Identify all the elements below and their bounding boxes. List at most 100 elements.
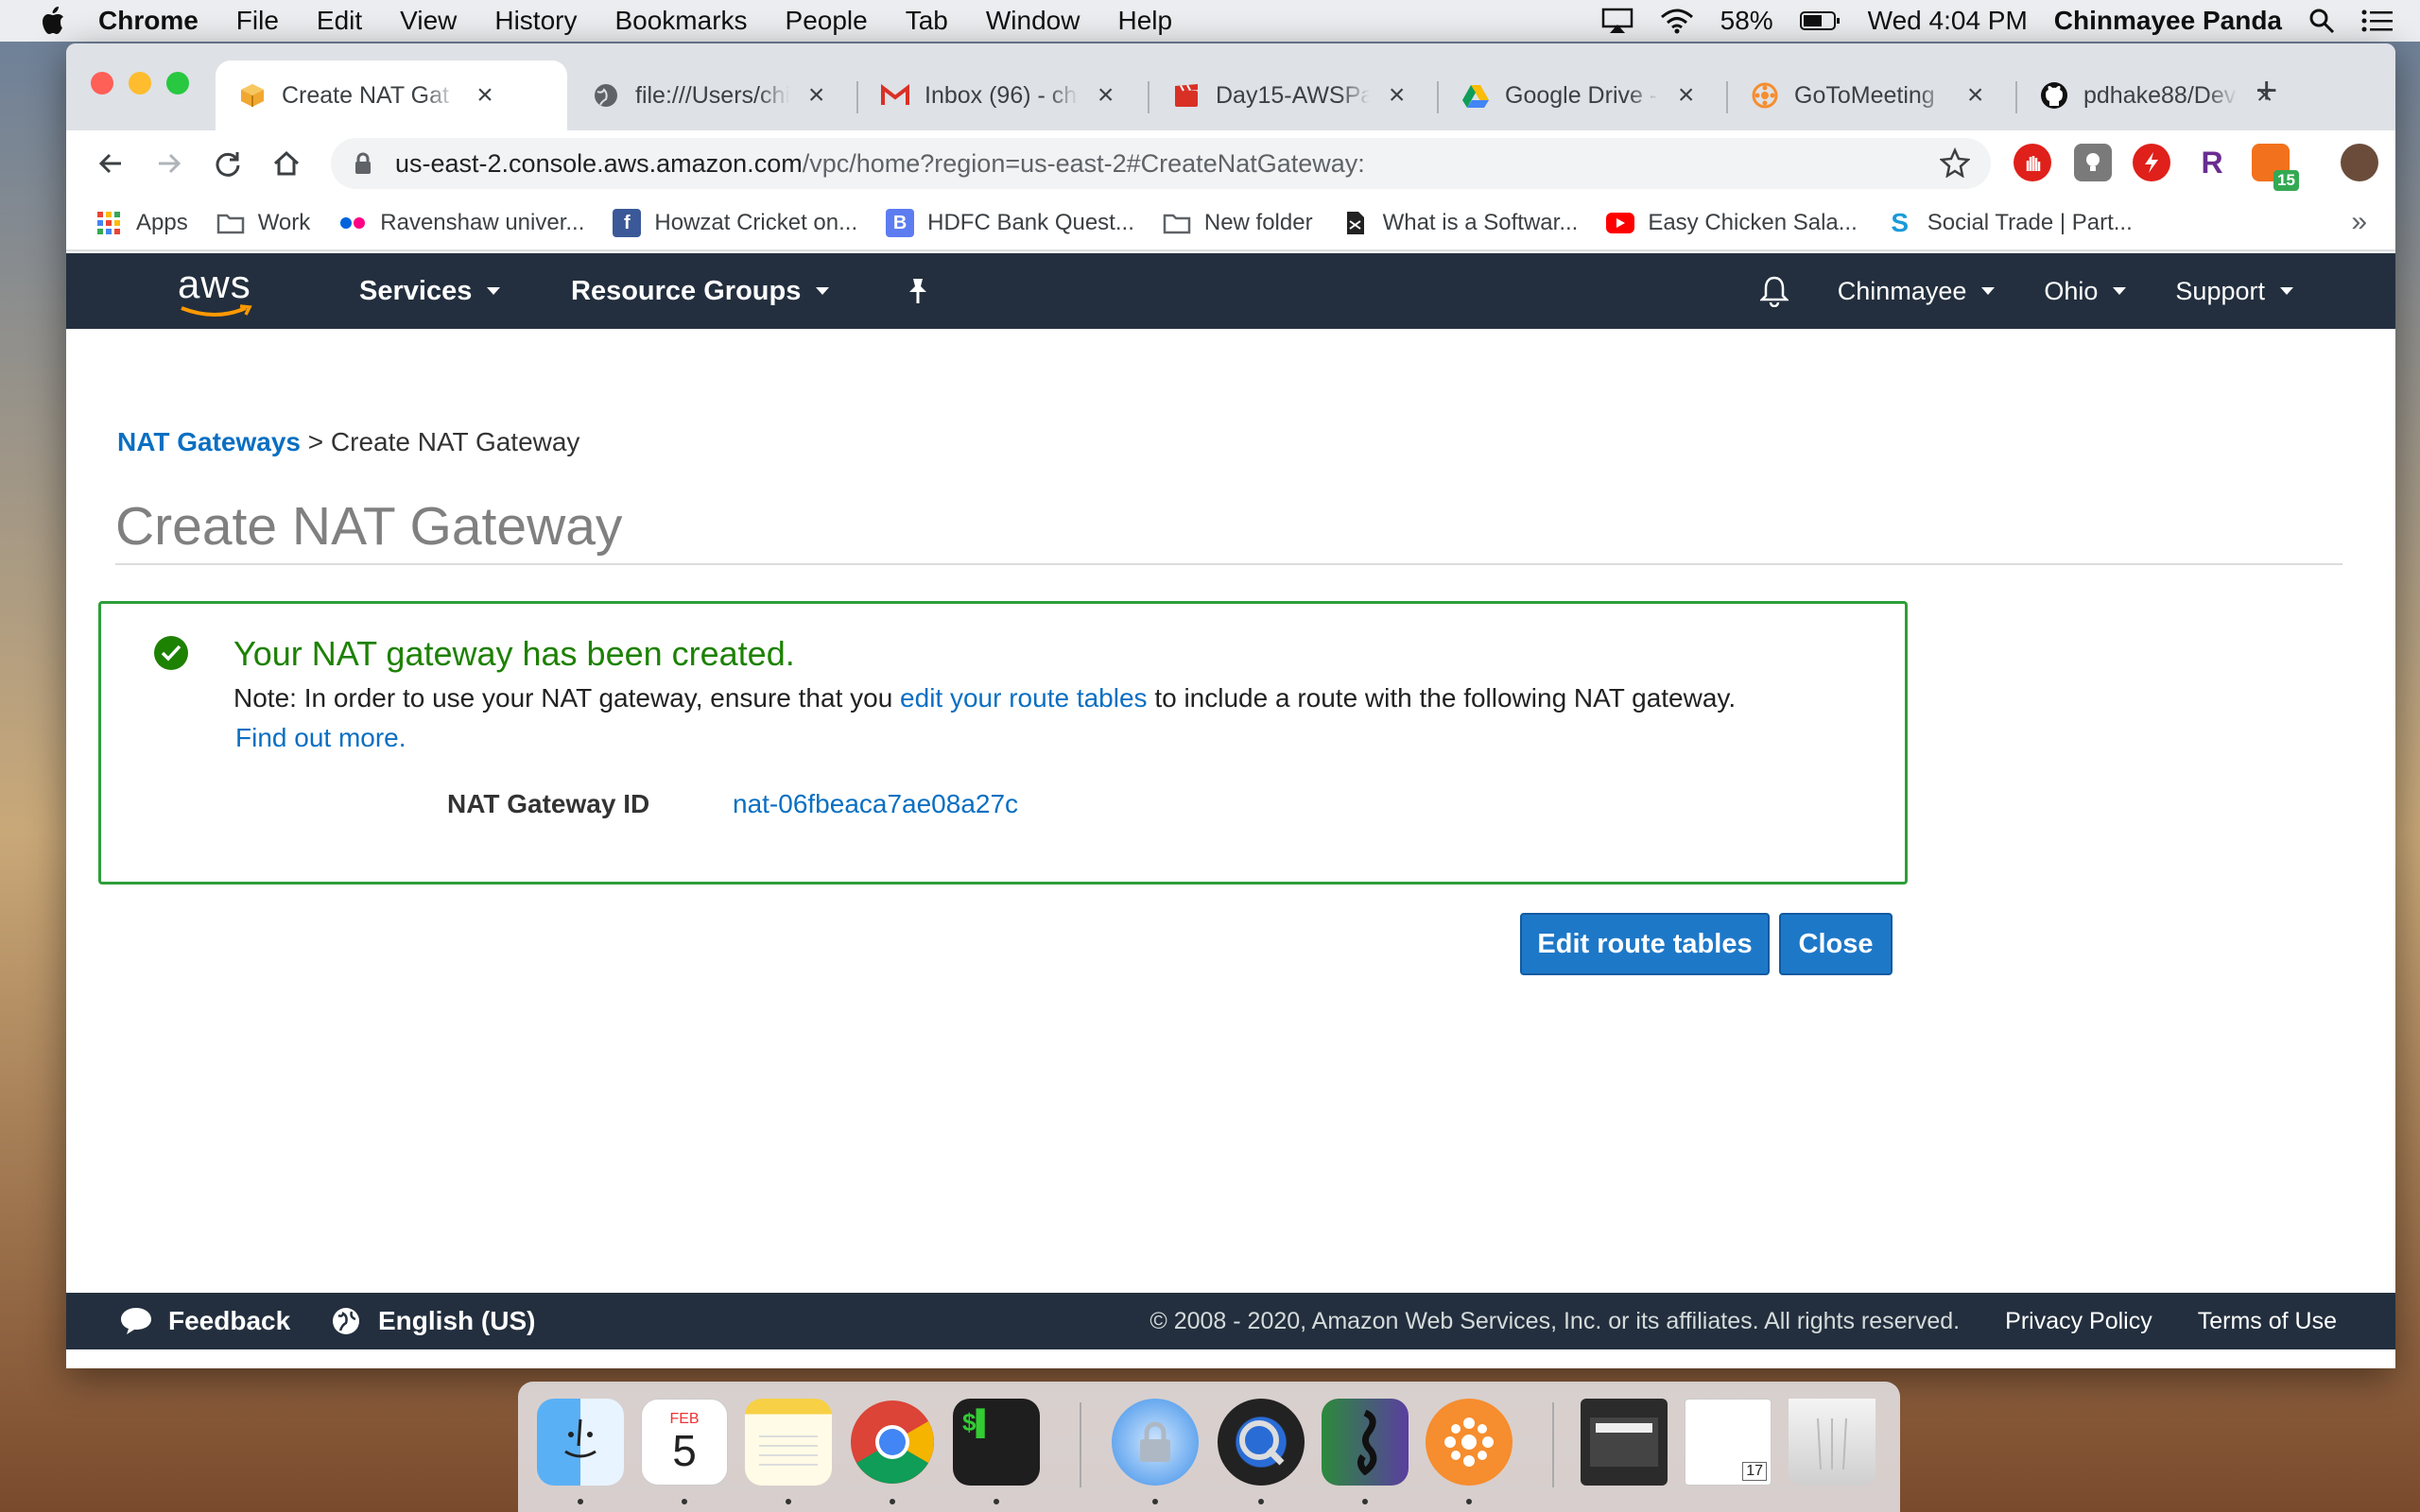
url-host: us-east-2.console.aws.amazon.com [395, 148, 803, 178]
menubar-clock[interactable]: Wed 4:04 PM [1868, 6, 2028, 36]
new-tab-button[interactable]: + [2256, 70, 2277, 112]
notification-center-icon[interactable] [2361, 9, 2394, 33]
running-indicator [786, 1499, 791, 1504]
reload-icon[interactable] [208, 144, 248, 183]
bookmark-howzat[interactable]: f Howzat Cricket on... [613, 209, 857, 237]
alert-note-after: to include a route with the following NA… [1154, 683, 1737, 713]
pin-icon[interactable] [906, 277, 930, 305]
tab-close-icon[interactable]: × [803, 79, 830, 112]
tab-create-nat-gateway[interactable]: Create NAT Gat × [216, 60, 567, 130]
tab-day15-aws[interactable]: Day15-AWSPart × [1150, 60, 1433, 130]
bolt-extension-icon[interactable] [2133, 144, 2170, 181]
bookmark-apps[interactable]: Apps [95, 209, 188, 237]
home-icon[interactable] [267, 144, 306, 183]
minimize-window-button[interactable] [129, 72, 151, 94]
bookmark-new-folder[interactable]: New folder [1163, 209, 1313, 237]
bookmark-software[interactable]: What is a Softwar... [1341, 209, 1578, 237]
calendar-icon[interactable]: FEB 5 [641, 1399, 728, 1486]
close-window-button[interactable] [91, 72, 113, 94]
feedback-link[interactable]: Feedback [119, 1306, 290, 1336]
tab-local-file[interactable]: file:///Users/chi × [569, 60, 853, 130]
calendar-extension-icon[interactable]: 15 [2252, 144, 2299, 191]
title-divider [115, 563, 2342, 565]
chevron-double-right-icon[interactable]: » [2351, 206, 2367, 238]
adblock-extension-icon[interactable] [2014, 144, 2051, 181]
menu-edit[interactable]: Edit [298, 0, 381, 42]
airplay-icon[interactable] [1601, 8, 1634, 34]
breadcrumb-nat-gateways-link[interactable]: NAT Gateways [117, 427, 301, 456]
running-indicator [1466, 1499, 1472, 1504]
tab-gmail-inbox[interactable]: Inbox (96) - chi × [858, 60, 1142, 130]
battery-icon[interactable] [1799, 10, 1841, 31]
profile-avatar[interactable] [2341, 144, 2378, 181]
wifi-icon[interactable] [1660, 8, 1694, 34]
menu-app-chrome[interactable]: Chrome [79, 0, 217, 42]
region-menu[interactable]: Ohio [2044, 277, 2127, 306]
language-selector[interactable]: English (US) [331, 1306, 535, 1336]
address-bar[interactable]: us-east-2.console.aws.amazon.com/vpc/hom… [331, 138, 1991, 189]
b-icon: B [886, 209, 915, 237]
bookmark-chicken-salad[interactable]: Easy Chicken Sala... [1606, 210, 1858, 236]
tab-title: Create NAT Gat [282, 81, 449, 109]
menu-file[interactable]: File [217, 0, 298, 42]
aws-logo[interactable]: aws [178, 265, 253, 319]
tab-close-icon[interactable]: × [1962, 79, 1989, 112]
back-arrow-icon[interactable] [91, 144, 130, 183]
keychain-lock-icon[interactable] [1112, 1399, 1199, 1486]
menu-bookmarks[interactable]: Bookmarks [596, 0, 766, 42]
r-extension-icon[interactable]: R [2193, 144, 2231, 181]
privacy-policy-link[interactable]: Privacy Policy [2005, 1308, 2152, 1335]
running-indicator [1362, 1499, 1368, 1504]
account-menu[interactable]: Chinmayee [1838, 277, 1996, 306]
menu-history[interactable]: History [475, 0, 596, 42]
menu-view[interactable]: View [381, 0, 475, 42]
bookmark-social-trade[interactable]: S Social Trade | Part... [1886, 208, 2132, 237]
gotomeeting-icon [1751, 81, 1779, 110]
tab-close-icon[interactable]: × [1672, 79, 1700, 112]
edit-route-tables-link[interactable]: edit your route tables [900, 683, 1148, 713]
notes-icon[interactable] [745, 1399, 832, 1486]
menu-people[interactable]: People [767, 0, 887, 42]
notifications-bell-icon[interactable] [1759, 275, 1789, 307]
tab-close-icon[interactable]: × [1383, 79, 1410, 112]
seahorse-app-icon[interactable] [1322, 1399, 1409, 1486]
lock-icon[interactable] [354, 152, 372, 175]
menu-window[interactable]: Window [967, 0, 1099, 42]
spotlight-search-icon[interactable] [2308, 8, 2335, 34]
bookmark-work-folder[interactable]: Work [216, 209, 310, 237]
tab-close-icon[interactable]: × [471, 79, 499, 112]
chrome-icon[interactable] [849, 1399, 936, 1486]
bookmark-label: Easy Chicken Sala... [1648, 210, 1858, 235]
tab-title: GoToMeeting [1794, 81, 1935, 109]
tab-close-icon[interactable]: × [1092, 79, 1119, 112]
menu-tab[interactable]: Tab [887, 0, 967, 42]
terms-of-use-link[interactable]: Terms of Use [2198, 1308, 2337, 1335]
close-button[interactable]: Close [1779, 913, 1893, 975]
menubar-user[interactable]: Chinmayee Panda [2054, 6, 2282, 36]
bookmark-hdfc[interactable]: B HDFC Bank Quest... [886, 209, 1134, 237]
tab-gotomeeting[interactable]: GoToMeeting × [1728, 60, 2012, 130]
gotomeeting-dock-icon[interactable] [1426, 1399, 1512, 1486]
tab-google-drive[interactable]: Google Drive - \ × [1439, 60, 1722, 130]
find-out-more-link[interactable]: Find out more. [235, 723, 406, 753]
services-label: Services [359, 275, 473, 306]
apple-logo-icon[interactable] [26, 0, 79, 42]
bookmark-ravenshaw[interactable]: Ravenshaw univer... [338, 209, 584, 237]
document-preview-icon[interactable]: 17 [1685, 1399, 1772, 1486]
edit-route-tables-button[interactable]: Edit route tables [1520, 913, 1770, 975]
menu-help[interactable]: Help [1098, 0, 1191, 42]
trash-icon[interactable] [1789, 1399, 1876, 1486]
finder-icon[interactable] [537, 1399, 624, 1486]
quicktime-icon[interactable] [1218, 1399, 1305, 1486]
forward-arrow-icon[interactable] [149, 144, 189, 183]
bookmark-star-icon[interactable] [1939, 146, 1971, 184]
zoom-window-button[interactable] [166, 72, 189, 94]
nat-gateway-id-link[interactable]: nat-06fbeaca7ae08a27c [733, 789, 1018, 819]
downloads-stack-icon[interactable] [1581, 1399, 1668, 1486]
resource-groups-menu[interactable]: Resource Groups [571, 276, 830, 307]
lightbulb-extension-icon[interactable] [2074, 144, 2112, 181]
terminal-icon[interactable]: $▌ [953, 1399, 1040, 1486]
aws-box-icon [238, 81, 267, 110]
services-menu[interactable]: Services [359, 275, 501, 307]
support-menu[interactable]: Support [2175, 277, 2293, 306]
